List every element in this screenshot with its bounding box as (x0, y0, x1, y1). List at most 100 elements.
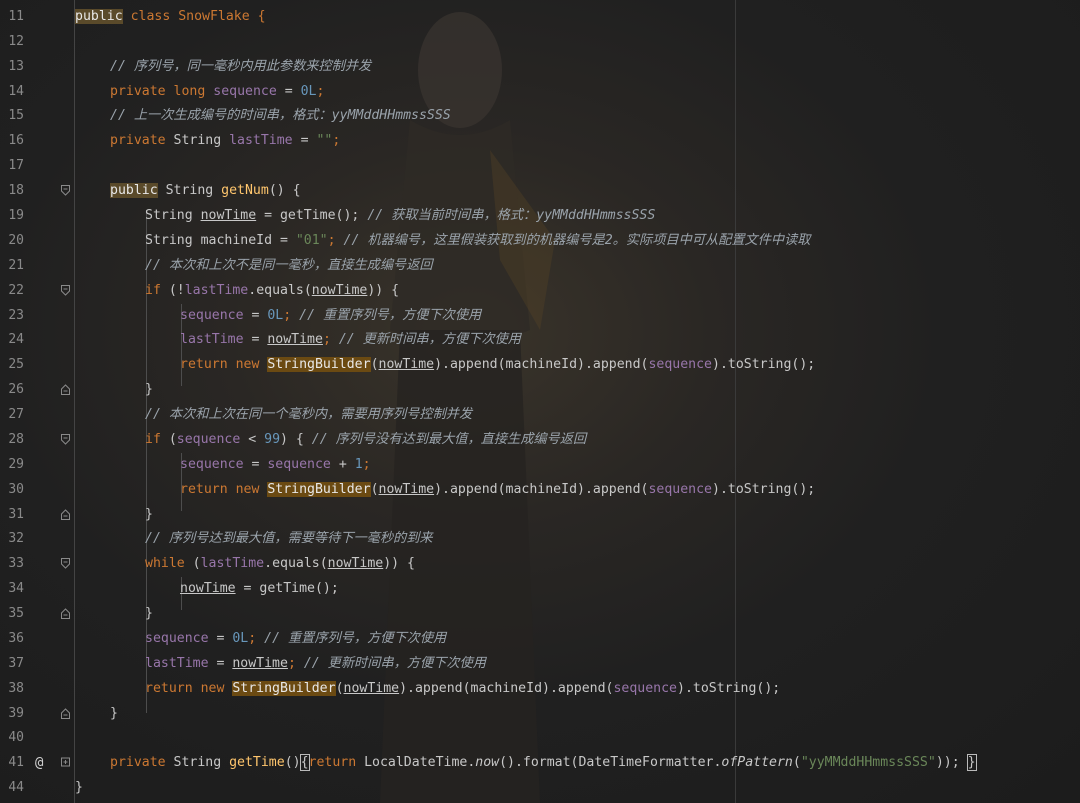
code-line[interactable]: 25 return new StringBuilder(nowTime).app… (0, 353, 1080, 378)
code-text[interactable]: while (lastTime.equals(nowTime)) { (145, 552, 415, 577)
code-text[interactable]: return new StringBuilder(nowTime).append… (145, 677, 780, 702)
code-comment[interactable]: // 序列号，同一毫秒内用此参数来控制并发 (110, 55, 371, 80)
code-line[interactable]: 39 } (0, 702, 1080, 727)
override-annotation-icon[interactable]: @ (35, 751, 43, 776)
code-text[interactable]: String machineId = "01"; // 机器编号，这里假装获取到… (145, 229, 810, 254)
code-line[interactable]: 14 private long sequence = 0L; (0, 80, 1080, 105)
code-line[interactable]: 17 (0, 154, 1080, 179)
code-text[interactable]: sequence = 0L; // 重置序列号，方便下次使用 (145, 627, 446, 652)
code-text[interactable]: lastTime = nowTime; // 更新时间串，方便下次使用 (180, 328, 521, 353)
code-text[interactable]: return new StringBuilder(nowTime).append… (180, 353, 815, 378)
code-line[interactable]: 21 // 本次和上次不是同一毫秒，直接生成编号返回 (0, 254, 1080, 279)
line-number: 16 (8, 133, 24, 148)
code-text[interactable]: if (sequence < 99) { // 序列号没有达到最大值，直接生成编… (145, 428, 586, 453)
code-line[interactable]: 11 public class SnowFlake { (0, 5, 1080, 30)
code-text[interactable]: if (!lastTime.equals(nowTime)) { (145, 279, 399, 304)
line-number: 44 (8, 780, 24, 795)
code-comment[interactable]: // 上一次生成编号的时间串，格式：yyMMddHHmmssSSS (110, 104, 451, 129)
code-text[interactable]: private String getTime(){return LocalDat… (110, 751, 977, 776)
line-number: 27 (8, 407, 24, 422)
line-number: 14 (8, 84, 24, 99)
line-number: 31 (8, 507, 24, 522)
code-text[interactable]: private String lastTime = ""; (110, 129, 340, 154)
line-number: 26 (8, 382, 24, 397)
line-number: 30 (8, 482, 24, 497)
line-number: 33 (8, 556, 24, 571)
line-number: 40 (8, 730, 24, 745)
line-number: 37 (8, 656, 24, 671)
code-line[interactable]: 35 } (0, 602, 1080, 627)
line-number: 18 (8, 183, 24, 198)
code-line[interactable]: 37 lastTime = nowTime; // 更新时间串，方便下次使用 (0, 652, 1080, 677)
code-line[interactable]: 29 sequence = sequence + 1; (0, 453, 1080, 478)
code-text[interactable]: lastTime = nowTime; // 更新时间串，方便下次使用 (145, 652, 486, 677)
line-number: 22 (8, 283, 24, 298)
line-number: 34 (8, 581, 24, 596)
line-number: 35 (8, 606, 24, 621)
code-text[interactable]: nowTime = getTime(); (180, 577, 339, 602)
code-text[interactable]: } (145, 503, 153, 528)
code-line[interactable]: 22 if (!lastTime.equals(nowTime)) { (0, 279, 1080, 304)
code-line[interactable]: 41 @ private String getTime(){return Loc… (0, 751, 1080, 776)
line-number: 17 (8, 158, 24, 173)
code-text[interactable]: } (145, 602, 153, 627)
fold-end-icon[interactable] (61, 608, 70, 619)
code-text[interactable]: } (75, 776, 83, 801)
code-line[interactable]: 24 lastTime = nowTime; // 更新时间串，方便下次使用 (0, 328, 1080, 353)
code-line[interactable]: 30 return new StringBuilder(nowTime).app… (0, 478, 1080, 503)
code-text[interactable]: public class SnowFlake { (75, 5, 266, 30)
line-number: 19 (8, 208, 24, 223)
line-number: 24 (8, 332, 24, 347)
fold-collapse-icon[interactable] (61, 185, 70, 196)
fold-end-icon[interactable] (61, 708, 70, 719)
code-line[interactable]: 38 return new StringBuilder(nowTime).app… (0, 677, 1080, 702)
code-line[interactable]: 32 // 序列号达到最大值，需要等待下一毫秒的到来 (0, 527, 1080, 552)
code-line[interactable]: 28 if (sequence < 99) { // 序列号没有达到最大值，直接… (0, 428, 1080, 453)
code-line[interactable]: 27 // 本次和上次在同一个毫秒内，需要用序列号控制并发 (0, 403, 1080, 428)
fold-expand-icon[interactable] (61, 757, 70, 768)
code-line[interactable]: 34 nowTime = getTime(); (0, 577, 1080, 602)
code-text[interactable]: private long sequence = 0L; (110, 80, 324, 105)
code-line[interactable]: 13 // 序列号，同一毫秒内用此参数来控制并发 (0, 55, 1080, 80)
code-text[interactable]: return new StringBuilder(nowTime).append… (180, 478, 815, 503)
folded-brace-close[interactable]: } (966, 754, 977, 771)
fold-collapse-icon[interactable] (61, 558, 70, 569)
code-comment[interactable]: // 序列号达到最大值，需要等待下一毫秒的到来 (145, 527, 433, 552)
code-text[interactable]: public String getNum() { (110, 179, 301, 204)
fold-end-icon[interactable] (61, 384, 70, 395)
line-number: 15 (8, 108, 24, 123)
code-line[interactable]: 26 } (0, 378, 1080, 403)
code-line[interactable]: 15 // 上一次生成编号的时间串，格式：yyMMddHHmmssSSS (0, 104, 1080, 129)
code-line[interactable]: 18 public String getNum() { (0, 179, 1080, 204)
line-number: 39 (8, 706, 24, 721)
line-number: 11 (8, 9, 24, 24)
fold-end-icon[interactable] (61, 509, 70, 520)
code-line[interactable]: 16 private String lastTime = ""; (0, 129, 1080, 154)
code-line[interactable]: 44 } (0, 776, 1080, 801)
line-number: 23 (8, 308, 24, 323)
code-line[interactable]: 20 String machineId = "01"; // 机器编号，这里假装… (0, 229, 1080, 254)
code-line[interactable]: 23 sequence = 0L; // 重置序列号，方便下次使用 (0, 304, 1080, 329)
line-number: 28 (8, 432, 24, 447)
fold-collapse-icon[interactable] (61, 285, 70, 296)
code-comment[interactable]: // 本次和上次不是同一毫秒，直接生成编号返回 (145, 254, 433, 279)
code-comment[interactable]: // 本次和上次在同一个毫秒内，需要用序列号控制并发 (145, 403, 472, 428)
folded-brace-open[interactable]: { (299, 754, 310, 771)
fold-collapse-icon[interactable] (61, 434, 70, 445)
code-line[interactable]: 36 sequence = 0L; // 重置序列号，方便下次使用 (0, 627, 1080, 652)
code-editor[interactable]: 11 public class SnowFlake { 12 13 // 序列号… (0, 0, 1080, 803)
code-text[interactable]: sequence = sequence + 1; (180, 453, 371, 478)
code-text[interactable]: String nowTime = getTime(); // 获取当前时间串，格… (145, 204, 655, 229)
code-text[interactable]: sequence = 0L; // 重置序列号，方便下次使用 (180, 304, 481, 329)
code-text[interactable]: } (145, 378, 153, 403)
code-line[interactable]: 33 while (lastTime.equals(nowTime)) { (0, 552, 1080, 577)
code-line[interactable]: 40 (0, 726, 1080, 751)
line-number: 38 (8, 681, 24, 696)
code-line[interactable]: 31 } (0, 503, 1080, 528)
line-number: 12 (8, 34, 24, 49)
code-line[interactable]: 19 String nowTime = getTime(); // 获取当前时间… (0, 204, 1080, 229)
code-line[interactable]: 12 (0, 30, 1080, 55)
line-number: 20 (8, 233, 24, 248)
line-number: 32 (8, 531, 24, 546)
code-text[interactable]: } (110, 702, 118, 727)
